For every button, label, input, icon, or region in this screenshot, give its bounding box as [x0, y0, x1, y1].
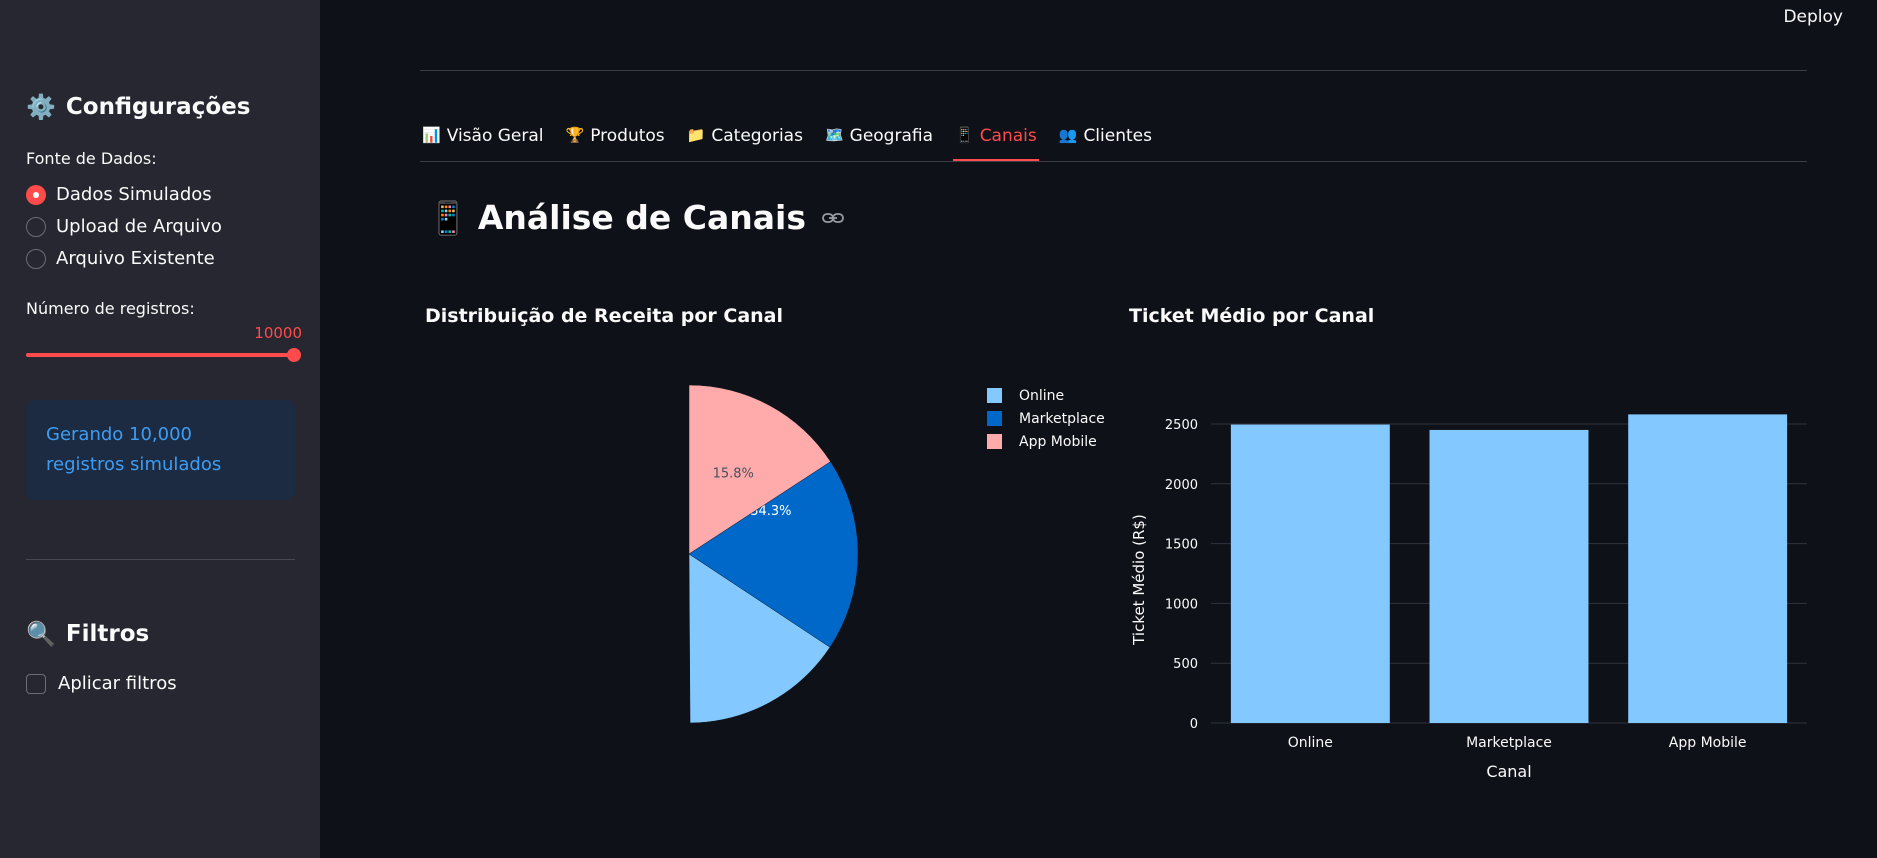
radio-label: Dados Simulados	[56, 184, 212, 205]
radio-label: Arquivo Existente	[56, 248, 215, 269]
apply-filters-checkbox-row[interactable]: Aplicar filtros	[26, 673, 177, 694]
pie-chart: 49.9%34.3%15.8%OnlineMarketplaceApp Mobi…	[688, 384, 1105, 724]
records-slider-value: 10000	[254, 324, 302, 342]
trophy-icon: 🏆	[565, 126, 585, 144]
pie-slice-label: 15.8%	[713, 466, 754, 481]
legend-swatch[interactable]	[987, 388, 1002, 403]
tab-geografia[interactable]: 🗺️ Geografia	[823, 124, 935, 162]
apply-filters-label: Aplicar filtros	[58, 673, 177, 694]
radio-dados-simulados[interactable]: Dados Simulados	[26, 184, 212, 205]
y-tick-label: 1000	[1165, 597, 1198, 612]
y-tick-label: 1500	[1165, 538, 1198, 553]
tab-label: Produtos	[590, 126, 665, 146]
bar-app-mobile[interactable]	[1628, 414, 1788, 723]
bar-online[interactable]	[1230, 424, 1390, 723]
people-icon: 👥	[1058, 126, 1078, 144]
tab-clientes[interactable]: 👥 Clientes	[1057, 124, 1154, 162]
x-tick-label: Marketplace	[1466, 735, 1552, 751]
gear-icon: ⚙️	[26, 93, 56, 121]
settings-heading: ⚙️ Configurações	[26, 93, 250, 121]
radio-arquivo-existente[interactable]: Arquivo Existente	[26, 248, 215, 269]
legend-swatch[interactable]	[987, 434, 1002, 449]
tab-label: Clientes	[1083, 126, 1152, 146]
tabs-underline	[420, 161, 1807, 162]
mobile-phone-icon: 📱	[955, 126, 974, 144]
y-tick-label: 2500	[1165, 418, 1198, 433]
tab-categorias[interactable]: 📁 Categorias	[685, 124, 805, 162]
tab-canais[interactable]: 📱 Canais	[953, 124, 1039, 162]
y-tick-label: 0	[1190, 717, 1198, 732]
deploy-button[interactable]: Deploy	[1783, 7, 1843, 27]
legend-label[interactable]: App Mobile	[1019, 434, 1097, 450]
records-slider-track[interactable]	[26, 353, 294, 357]
legend-label[interactable]: Online	[1019, 388, 1064, 404]
y-tick-label: 500	[1173, 657, 1198, 672]
link-icon[interactable]	[822, 211, 844, 225]
page-title-text: Análise de Canais	[477, 198, 806, 237]
filters-title: Filtros	[65, 621, 150, 647]
tab-visao-geral[interactable]: 📊 Visão Geral	[420, 124, 546, 162]
top-divider	[420, 70, 1807, 71]
tab-label: Categorias	[711, 126, 803, 146]
tab-produtos[interactable]: 🏆 Produtos	[564, 124, 667, 162]
info-message-box: Gerando 10,000 registros simulados	[26, 400, 295, 500]
radio-button[interactable]	[26, 248, 46, 269]
bar-marketplace[interactable]	[1429, 429, 1589, 723]
pie-chart-title: Distribuição de Receita por Canal	[425, 305, 784, 327]
tab-label: Canais	[979, 126, 1037, 146]
info-message: Gerando 10,000 registros simulados	[46, 424, 222, 475]
settings-title: Configurações	[65, 94, 251, 120]
tab-bar: 📊 Visão Geral 🏆 Produtos 📁 Categorias 🗺️…	[420, 124, 1154, 162]
tab-label: Geografia	[849, 126, 933, 146]
legend-label[interactable]: Marketplace	[1019, 411, 1105, 427]
map-icon: 🗺️	[824, 126, 844, 144]
legend-swatch[interactable]	[987, 411, 1002, 426]
sidebar: ⚙️ Configurações Fonte de Dados: Dados S…	[0, 0, 320, 858]
x-tick-label: App Mobile	[1669, 735, 1747, 751]
mobile-phone-icon: 📱	[428, 198, 468, 237]
data-source-label: Fonte de Dados:	[26, 149, 157, 168]
records-label: Número de registros:	[26, 299, 195, 318]
x-tick-label: Online	[1288, 735, 1333, 751]
tab-label: Visão Geral	[446, 126, 544, 146]
radio-upload-arquivo[interactable]: Upload de Arquivo	[26, 216, 222, 237]
bar-chart: 0 500 1000 1500 2000 2500 Online Marketplace App…	[1130, 414, 1807, 781]
y-axis-title: Ticket Médio (R$)	[1130, 514, 1148, 646]
apply-filters-checkbox[interactable]	[26, 673, 46, 694]
y-tick-label: 2000	[1165, 478, 1198, 493]
bar-chart-icon: 📊	[422, 126, 441, 144]
bar-chart-title: Ticket Médio por Canal	[1129, 305, 1375, 327]
records-slider-thumb[interactable]	[287, 348, 301, 362]
radio-button-checked[interactable]	[26, 184, 46, 205]
radio-label: Upload de Arquivo	[56, 216, 222, 237]
folder-icon: 📁	[686, 126, 706, 144]
page-title: 📱 Análise de Canais	[428, 198, 844, 237]
sidebar-divider	[26, 559, 295, 560]
x-axis-title: Canal	[1486, 762, 1531, 781]
radio-button[interactable]	[26, 216, 46, 237]
filters-heading: 🔍 Filtros	[26, 620, 149, 648]
magnifier-icon: 🔍	[26, 620, 56, 648]
